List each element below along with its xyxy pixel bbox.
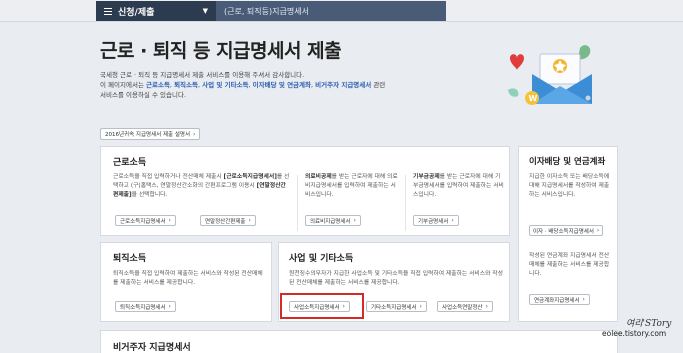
chevron-right-icon: › <box>248 217 251 224</box>
breadcrumb[interactable]: (근로, 퇴직등)지급명세서 <box>216 1 446 21</box>
year-end-simple-button[interactable]: 연말정산간편제출 › <box>200 215 256 226</box>
year-end-simple-label: 연말정산간편제출 <box>205 218 246 225</box>
earned-income-desc: 근로소득을 직접 입력하거나 전산매체 제출시 [근로소득지급명세서]를 선택하… <box>113 173 291 200</box>
earned-income-title: 근로소득 <box>113 158 147 168</box>
interest-dividend-button[interactable]: 이자 · 배당소득지급명세서 › <box>529 225 604 236</box>
medical-statement-label: 의료비지급명세서 <box>310 218 351 225</box>
menu-label: 신청/제출 <box>118 7 155 18</box>
intro-link-nonresident[interactable]: 비거주자 지급명세서 <box>315 81 371 89</box>
interest-pension-title: 이자배당 및 연금계좌 <box>529 157 606 167</box>
donation-section: 기부금공제를 받는 근로자에 대해 기부금명세서를 입력하여 제출하는 서비스입… <box>413 173 505 200</box>
nonresident-card: 비거주자 지급명세서 <box>100 330 618 353</box>
earned-statement-label: 근로소득지급명세서 <box>120 218 166 225</box>
donation-statement-button[interactable]: 기부금명세서 › <box>413 215 459 226</box>
caret-down-icon: ▼ <box>202 7 208 15</box>
nonresident-title: 비거주자 지급명세서 <box>113 343 191 353</box>
pension-account-button[interactable]: 연금계좌지급명세서 › <box>529 294 590 305</box>
intro-prefix: 이 페이지에서는 <box>100 81 146 89</box>
breadcrumb-label: (근로, 퇴직등)지급명세서 <box>224 6 309 16</box>
svg-text:W: W <box>529 94 538 103</box>
divider <box>405 175 406 231</box>
donation-statement-label: 기부금명세서 <box>418 218 449 225</box>
chevron-right-icon: › <box>485 303 488 310</box>
retirement-statement-button[interactable]: 퇴직소득지급명세서 › <box>115 301 176 312</box>
other-income-statement-label: 기타소득지급명세서 <box>371 304 417 311</box>
earned-income-main: 근로소득을 직접 입력하거나 전산매체 제출시 [근로소득지급명세서]를 선택하… <box>113 173 291 200</box>
intro-line-3: 서비스를 이용하실 수 있습니다. <box>100 91 187 99</box>
medical-expense-section: 의료비공제를 받는 근로자에 대해 의료비지급명세서를 입력하여 제출하는 서비… <box>305 173 399 200</box>
retirement-income-card: 퇴직소득 퇴직소득을 직접 입력하여 제출하는 서비스와 작성된 전산매체를 제… <box>100 242 272 322</box>
top-navigation-bar: 신청/제출 ▼ (근로, 퇴직등)지급명세서 <box>0 0 683 22</box>
page-title: 근로 · 퇴직 등 지급명세서 제출 <box>100 40 342 62</box>
retirement-statement-label: 퇴직소득지급명세서 <box>120 304 166 311</box>
retirement-title: 퇴직소득 <box>113 254 147 264</box>
chevron-right-icon: › <box>168 217 171 224</box>
earned-income-card: 근로소득 근로소득을 직접 입력하거나 전산매체 제출시 [근로소득지급명세서]… <box>100 146 510 236</box>
interest-dividend-label: 이자 · 배당소득지급명세서 <box>533 228 594 235</box>
business-desc: 원천징수의무자가 지급한 사업소득 및 기타소득을 직접 입력하여 제출하는 서… <box>289 271 503 286</box>
chevron-right-icon: › <box>353 217 356 224</box>
watermark-url: eolee.tistory.com <box>602 329 667 338</box>
intro-line-2: 이 페이지에서는 근로소득, 퇴직소득, 사업 및 기타소득, 이자배당 및 연… <box>100 81 386 89</box>
annotation-highlight-box <box>280 293 364 319</box>
earned-desc-b: [근로소득지급명세서] <box>223 174 277 180</box>
menu-dropdown[interactable]: 신청/제출 ▼ <box>96 1 216 21</box>
business-year-end-label: 사업소득연말정산 <box>442 304 483 311</box>
retirement-desc: 퇴직소득을 직접 입력하여 제출하는 서비스와 작성된 전산매체를 제출하는 서… <box>113 271 263 286</box>
chevron-right-icon: › <box>596 227 600 234</box>
medical-title: 의료비공제 <box>305 174 332 180</box>
other-income-statement-button[interactable]: 기타소득지급명세서 › <box>366 301 427 312</box>
donation-title: 기부금공제 <box>413 174 440 180</box>
intro-text: 국세청 근로 · 퇴직 등 지급명세서 제출 서비스를 이용해 주셔서 감사합니… <box>100 70 460 100</box>
chevron-right-icon: › <box>168 303 171 310</box>
heart-icon <box>510 54 524 70</box>
pension-account-label: 연금계좌지급명세서 <box>534 297 580 304</box>
pension-desc: 작성된 연금계좌 지급명세서 전산매체를 제출하는 서비스를 제공합니다. <box>529 253 610 277</box>
chevron-right-icon: › <box>451 217 454 224</box>
medical-desc: 의료비공제를 받는 근로자에 대해 의료비지급명세서를 입력하여 제출하는 서비… <box>305 173 399 200</box>
earned-desc-e: 을 선택합니다. <box>131 192 168 198</box>
medical-statement-button[interactable]: 의료비지급명세서 › <box>305 215 361 226</box>
interest-desc: 지급한 이자소득 또는 배당소득에 대해 지급명세서를 작성하여 제출하는 서비… <box>529 174 610 198</box>
earned-desc-a: 근로소득을 직접 입력하거나 전산매체 제출시 <box>113 174 224 180</box>
guide-button-label: 2016년귀속 지급명세서 제출 설명서 <box>105 132 191 138</box>
earned-statement-button[interactable]: 근로소득지급명세서 › <box>115 215 176 226</box>
chevron-right-icon: › <box>193 130 196 138</box>
chevron-right-icon: › <box>419 303 422 310</box>
intro-suffix: 관련 <box>371 81 386 89</box>
intro-link-interest[interactable]: 이자배당 및 연금계좌 <box>253 81 311 89</box>
guide-download-button[interactable]: 2016년귀속 지급명세서 제출 설명서 › <box>100 128 201 140</box>
hamburger-icon <box>104 6 112 17</box>
intro-link-business[interactable]: 사업 및 기타소득 <box>202 81 248 89</box>
intro-link-earned[interactable]: 근로소득 <box>146 81 170 89</box>
divider <box>297 175 298 231</box>
interest-pension-card: 이자배당 및 연금계좌 지급한 이자소득 또는 배당소득에 대해 지급명세서를 … <box>518 146 618 322</box>
chevron-right-icon: › <box>582 296 585 303</box>
business-year-end-button[interactable]: 사업소득연말정산 › <box>437 301 493 312</box>
intro-link-retire[interactable]: 퇴직소득 <box>174 81 198 89</box>
envelope-illustration: W <box>508 45 592 105</box>
watermark-signature: 여리'STory <box>626 319 672 329</box>
leaf-icon-2 <box>508 88 519 97</box>
business-title: 사업 및 기타소득 <box>289 254 354 264</box>
donation-desc: 기부금공제를 받는 근로자에 대해 기부금명세서를 입력하여 제출하는 서비스입… <box>413 173 505 200</box>
intro-line-1: 국세청 근로 · 퇴직 등 지급명세서 제출 서비스를 이용해 주셔서 감사합니… <box>100 71 305 79</box>
